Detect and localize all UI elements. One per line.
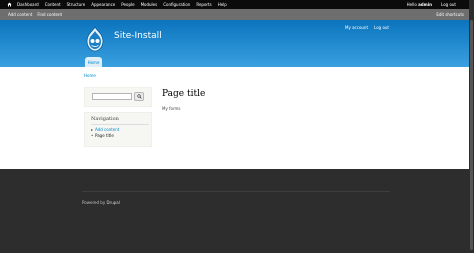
menu-help[interactable]: Help (218, 2, 227, 7)
nav-item-label[interactable]: Page title (95, 133, 114, 138)
tab-home[interactable]: Home (85, 57, 102, 67)
main-content-area: Home Navigation ▸ Add content • Page tit… (0, 67, 474, 169)
menu-modules[interactable]: Modules (141, 2, 158, 7)
site-name[interactable]: Site-Install (114, 31, 162, 41)
page-body: My forms (162, 106, 181, 111)
secondary-menu: My account Log out (345, 25, 395, 30)
username-link[interactable]: admin (418, 2, 432, 7)
hello-prefix: Hello (406, 2, 419, 7)
nav-item-add-content[interactable]: ▸ Add content (91, 127, 119, 132)
menu-dashboard[interactable]: Dashboard (17, 2, 39, 7)
menu-people[interactable]: People (121, 2, 134, 7)
hello-user: Hello admin (407, 2, 432, 7)
scrollbar[interactable] (469, 0, 474, 253)
navigation-title: Navigation (91, 116, 119, 122)
menu-reports[interactable]: Reports (196, 2, 211, 7)
navigation-block: Navigation ▸ Add content • Page title (84, 112, 152, 147)
search-button[interactable] (134, 92, 144, 101)
breadcrumb[interactable]: Home (84, 73, 96, 78)
drupal-logo-icon[interactable] (83, 26, 107, 52)
menu-configuration[interactable]: Configuration (163, 2, 190, 7)
drupal-link[interactable]: Drupal (106, 200, 119, 205)
scrollbar-thumb[interactable] (470, 20, 473, 250)
menu-appearance[interactable]: Appearance (91, 2, 115, 7)
nav-item-page-title[interactable]: • Page title (91, 133, 114, 138)
admin-toolbar: Dashboard Content Structure Appearance P… (0, 0, 474, 9)
edit-shortcuts-link[interactable]: Edit shortcuts (436, 9, 464, 20)
logout-link[interactable]: Log out (374, 25, 389, 30)
search-input[interactable] (92, 93, 132, 100)
menu-structure[interactable]: Structure (67, 2, 86, 7)
footer-divider (82, 191, 390, 192)
admin-menu: Dashboard Content Structure Appearance P… (17, 2, 233, 7)
shortcut-bar: Add content Find content Edit shortcuts (0, 9, 474, 20)
shortcut-add-content[interactable]: Add content (8, 12, 32, 17)
site-header: Site-Install My account Log out Home (0, 20, 474, 67)
divider (91, 124, 149, 125)
search-icon (136, 94, 142, 99)
menu-content[interactable]: Content (45, 2, 61, 7)
shortcut-find-content[interactable]: Find content (37, 12, 62, 17)
toolbar-logout-link[interactable]: Log out (441, 2, 456, 7)
my-account-link[interactable]: My account (345, 25, 368, 30)
search-block (84, 87, 152, 107)
page-title: Page title (162, 89, 206, 99)
powered-prefix: Powered by (82, 200, 107, 205)
nav-item-label[interactable]: Add content (95, 127, 119, 132)
powered-by: Powered by Drupal (82, 200, 120, 205)
home-icon[interactable] (6, 0, 13, 9)
